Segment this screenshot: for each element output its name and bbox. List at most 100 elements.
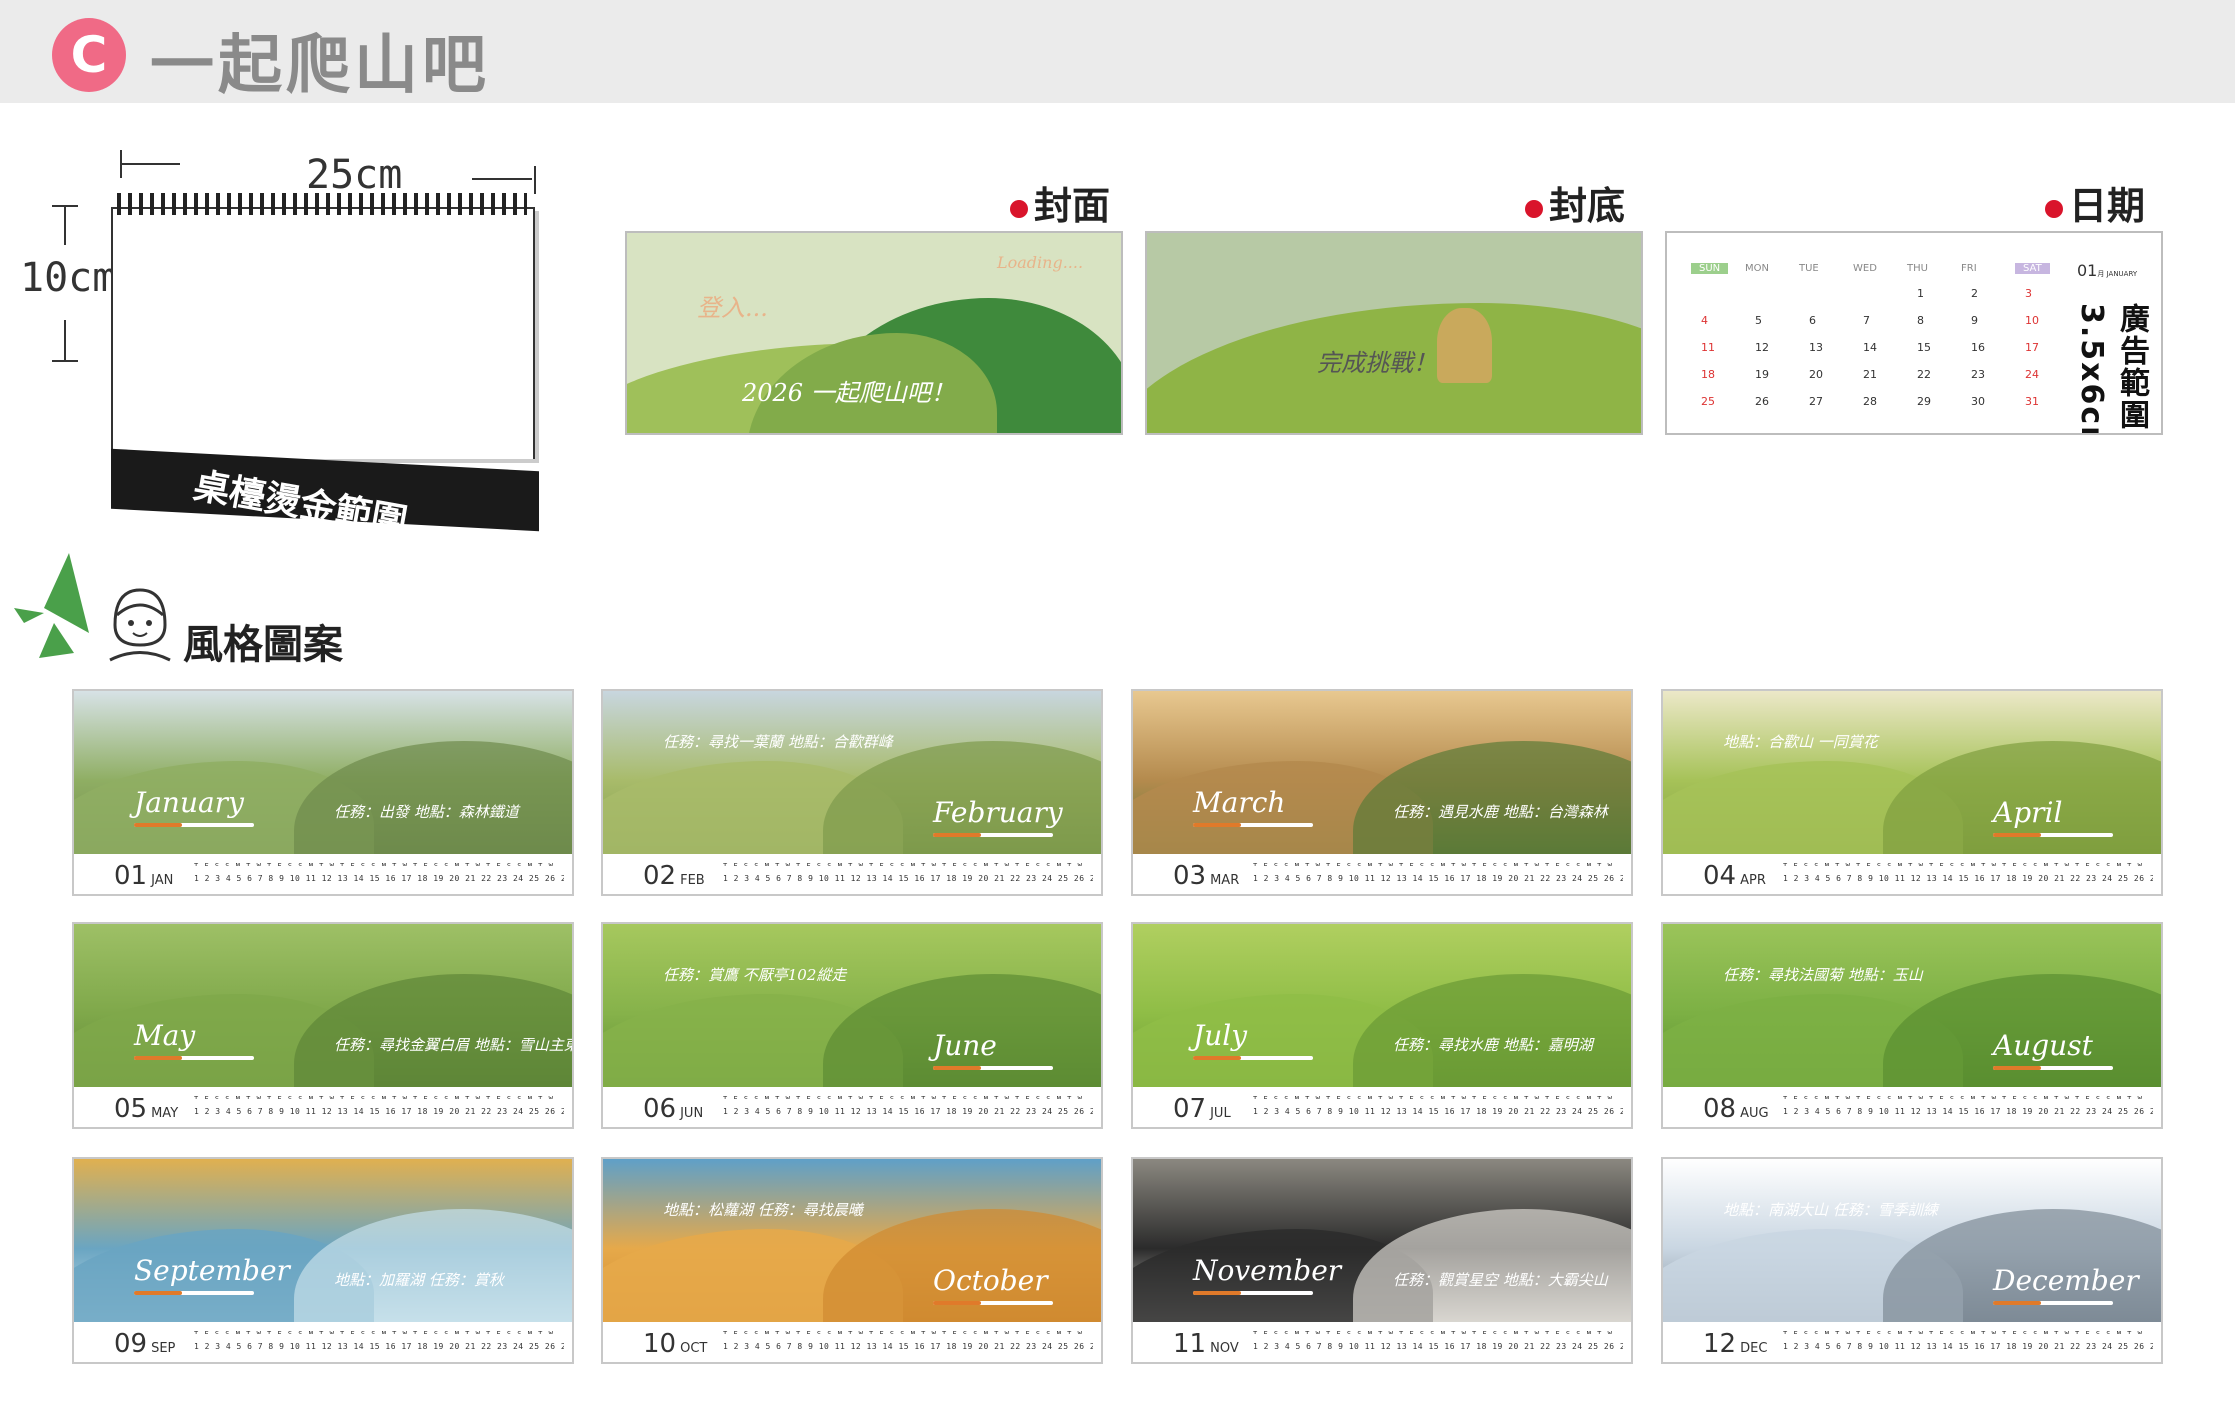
month-illustration: February 任務：尋找一葉蘭 地點：合歡群峰 [603, 691, 1101, 894]
progress-bar [1993, 1066, 2113, 1070]
weekday-header: THU [1907, 263, 1928, 274]
month-name: December [1993, 1264, 2139, 1297]
date-cell: 22 [1917, 368, 1931, 381]
height-tick-top [52, 205, 78, 207]
mission-note: 地點：松蘿湖 任務：尋找晨曦 [663, 1201, 863, 1219]
date-cell: 3 [2025, 287, 2032, 300]
cover-text-loading: Loading.... [997, 253, 1084, 272]
date-cell: 16 [1971, 341, 1985, 354]
date-strip: 1 2 3 4 5 6 7 8 9 10 11 12 13 14 15 16 1… [1783, 1342, 2153, 1351]
month-number: 03 MAR [1173, 861, 1240, 891]
width-line-left [120, 163, 180, 165]
progress-bar [134, 1291, 254, 1295]
month-illustration: March 任務：遇見水鹿 地點：台灣森林 [1133, 691, 1631, 894]
month-footer: 12 DEC T F S S M T W T F S S M T W T F S S… [1663, 1322, 2161, 1362]
month-number: 07 JUL [1173, 1094, 1231, 1124]
width-line-right [472, 178, 532, 180]
weekday-strip: T F S S M T W T F S S M T W T F S S M T … [1253, 1095, 1613, 1099]
month-illustration: June 任務：賞鷹 不厭亭102縱走 [603, 924, 1101, 1127]
mission-note: 任務：尋找金翼白眉 地點：雪山主東峰 [334, 1036, 574, 1054]
date-cell: 31 [2025, 395, 2039, 408]
month-number: 06 JUN [643, 1094, 704, 1124]
month-card-mar: March 任務：遇見水鹿 地點：台灣森林 03 MAR T F S S M T W T… [1131, 689, 1633, 896]
red-dot-icon [1525, 199, 1543, 218]
cover-text-title: 2026 一起爬山吧！ [742, 379, 955, 407]
month-footer: 09 SEP T F S S M T W T F S S M T W T F S S… [74, 1322, 572, 1362]
cover-image: 登入... Loading.... 2026 一起爬山吧！ [625, 231, 1123, 435]
spiral-binding [117, 193, 527, 215]
month-card-apr: April 地點：合歡山 一同賞花 04 APR T F S S M T W T F S… [1661, 689, 2163, 896]
month-name: July [1193, 1019, 1248, 1052]
weekday-strip: T F S S M T W T F S S M T W T F S S M T … [194, 1095, 554, 1099]
month-illustration: May 任務：尋找金翼白眉 地點：雪山主東峰 [74, 924, 574, 1127]
weekday-strip: T F S S M T W T F S S M T W T F S S M T … [1783, 1330, 2143, 1334]
calendar-page [111, 207, 535, 459]
month-footer: 03 MAR T F S S M T W T F S S M T W T F S S… [1133, 854, 1631, 894]
date-strip: 1 2 3 4 5 6 7 8 9 10 11 12 13 14 15 16 1… [1253, 874, 1623, 883]
month-card-jan: January 任務：出發 地點：森林鐵道 01 JAN T F S S M T W T… [72, 689, 574, 896]
weekday-strip: T F S S M T W T F S S M T W T F S S M T … [194, 1330, 554, 1334]
mission-note: 地點：加羅湖 任務：賞秋 [334, 1271, 504, 1289]
weekday-strip: T F S S M T W T F S S M T W T F S S M T … [723, 862, 1083, 866]
date-month-number: 01月 JANUARY [2077, 261, 2138, 280]
month-number: 02 FEB [643, 861, 705, 891]
date-cell: 6 [1809, 314, 1816, 327]
month-illustration: November 任務：觀賞星空 地點：大霸尖山 [1133, 1159, 1631, 1362]
date-cell: 15 [1917, 341, 1931, 354]
month-illustration: August 任務：尋找法國菊 地點：玉山 [1663, 924, 2161, 1127]
date-cell: 10 [2025, 314, 2039, 327]
month-footer: 07 JUL T F S S M T W T F S S M T W T F S S… [1133, 1087, 1631, 1127]
progress-bar [933, 833, 1053, 837]
date-strip: 1 2 3 4 5 6 7 8 9 10 11 12 13 14 15 16 1… [1253, 1107, 1623, 1116]
date-page-label: 日期 [2045, 175, 2145, 230]
month-card-aug: August 任務：尋找法國菊 地點：玉山 08 AUG T F S S M T W T… [1661, 922, 2163, 1129]
month-card-jul: July 任務：尋找水鹿 地點：嘉明湖 07 JUL T F S S M T W T F… [1131, 922, 1633, 1129]
date-cell: 23 [1971, 368, 1985, 381]
cover-text-login: 登入... [697, 294, 768, 322]
date-cell: 8 [1917, 314, 1924, 327]
mission-note: 任務：尋找法國菊 地點：玉山 [1723, 966, 1923, 984]
date-cell: 4 [1701, 314, 1708, 327]
height-line-bottom [64, 320, 66, 360]
desk-calendar-illustration: 桌檯燙金範圍 [103, 185, 543, 543]
month-illustration: July 任務：尋找水鹿 地點：嘉明湖 [1133, 924, 1631, 1127]
month-card-sep: September 地點：加羅湖 任務：賞秋 09 SEP T F S S M T W … [72, 1157, 574, 1364]
section-badge: C [52, 18, 126, 92]
month-number: 09 SEP [114, 1329, 176, 1359]
month-footer: 02 FEB T F S S M T W T F S S M T W T F S S… [603, 854, 1101, 894]
weekday-header: WED [1853, 263, 1877, 274]
progress-bar [1993, 1301, 2113, 1305]
date-cell: 12 [1755, 341, 1769, 354]
width-tick-left [120, 150, 122, 178]
progress-bar [134, 823, 254, 827]
date-strip: 1 2 3 4 5 6 7 8 9 10 11 12 13 14 15 16 1… [1253, 1342, 1623, 1351]
header-bar: C 一起爬山吧 [0, 0, 2235, 103]
date-strip: 1 2 3 4 5 6 7 8 9 10 11 12 13 14 15 16 1… [723, 1342, 1093, 1351]
progress-bar [1993, 833, 2113, 837]
weekday-strip: T F S S M T W T F S S M T W T F S S M T … [194, 862, 554, 866]
weekday-strip: T F S S M T W T F S S M T W T F S S M T … [723, 1330, 1083, 1334]
mission-note: 地點：合歡山 一同賞花 [1723, 733, 1878, 751]
height-tick-bottom [52, 360, 78, 362]
month-number: 11 NOV [1173, 1329, 1239, 1359]
mission-note: 任務：賞鷹 不厭亭102縱走 [663, 966, 847, 984]
date-cell: 14 [1863, 341, 1877, 354]
date-cell: 26 [1755, 395, 1769, 408]
mission-note: 任務：遇見水鹿 地點：台灣森林 [1393, 803, 1608, 821]
month-name: February [933, 796, 1063, 829]
weekday-strip: T F S S M T W T F S S M T W T F S S M T … [723, 1095, 1083, 1099]
calendar-grid: SUN MON TUE WED THU FRI SAT 1 2 3 4 5 6 7 8 9 10 11 12 13 14… [1681, 263, 2076, 413]
style-section-label: 風格圖案 [183, 622, 343, 668]
date-cell: 24 [2025, 368, 2039, 381]
month-footer: 04 APR T F S S M T W T F S S M T W T F S S… [1663, 854, 2161, 894]
progress-bar [1193, 1291, 1313, 1295]
girl-face-icon [109, 588, 171, 662]
date-cell: 21 [1863, 368, 1877, 381]
date-cell: 9 [1971, 314, 1978, 327]
weekday-strip: T F S S M T W T F S S M T W T F S S M T … [1783, 862, 2143, 866]
month-illustration: December 地點：南湖大山 任務：雪季訓練 [1663, 1159, 2161, 1362]
month-card-may: May 任務：尋找金翼白眉 地點：雪山主東峰 05 MAY T F S S M T W … [72, 922, 574, 1129]
month-name: August [1993, 1029, 2093, 1062]
mission-note: 任務：尋找一葉蘭 地點：合歡群峰 [663, 733, 893, 751]
date-strip: 1 2 3 4 5 6 7 8 9 10 11 12 13 14 15 16 1… [194, 1342, 564, 1351]
